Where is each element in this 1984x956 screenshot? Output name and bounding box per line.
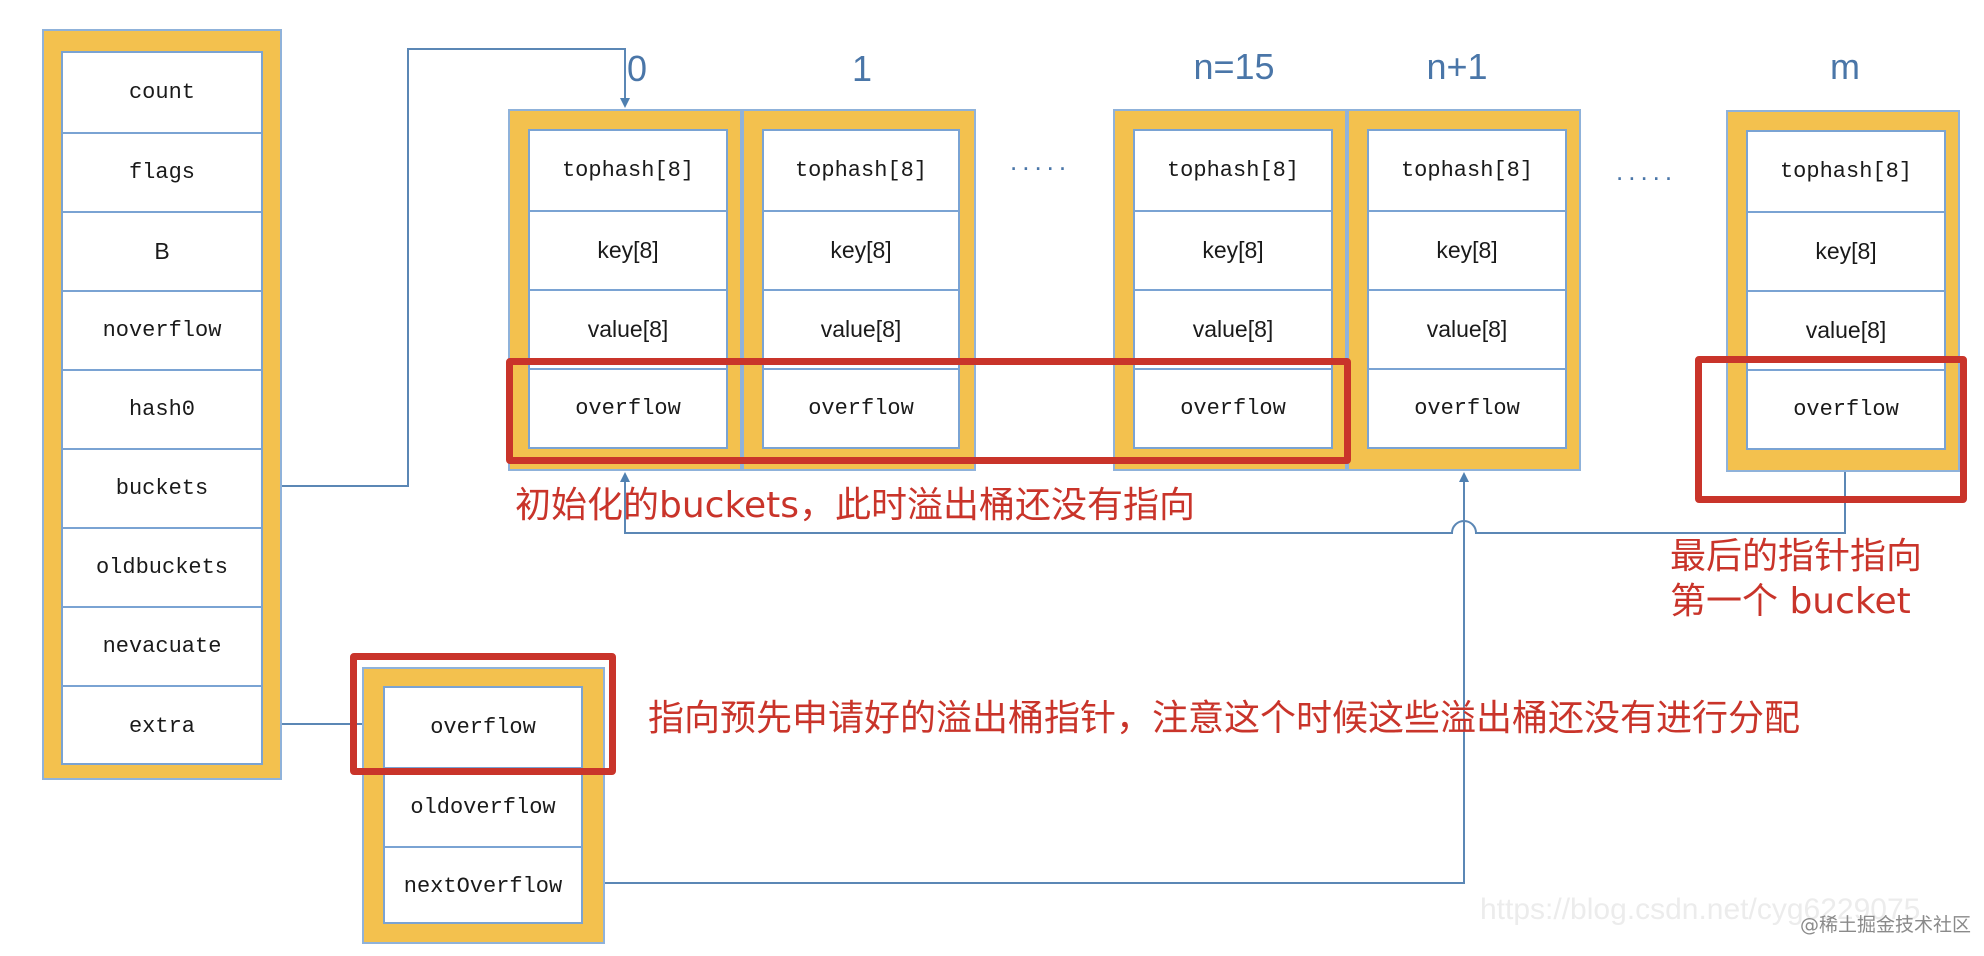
bucket-field-key: key[8] (1135, 210, 1331, 289)
bucket-index-label: m (1830, 46, 1860, 87)
hmap-struct: count flags B noverflow hash0 buckets ol… (42, 29, 282, 780)
highlight-last-overflow (1695, 356, 1967, 503)
bucket-index-label: 1 (851, 48, 873, 89)
hmap-field-noverflow: noverflow (63, 290, 261, 369)
annotation-extra-note: 指向预先申请好的溢出桶指针，注意这个时候这些溢出桶还没有进行分配 (648, 698, 1801, 739)
bucket-field-value: value[8] (1369, 289, 1565, 368)
hmap-fields: count flags B noverflow hash0 buckets ol… (61, 51, 263, 765)
bucket-field-overflow: overflow (1369, 368, 1565, 447)
bucket-index-label: n+1 (1426, 46, 1488, 87)
bucket-field-value: value[8] (530, 289, 726, 368)
bucket: tophash[8] key[8] value[8] overflow (1347, 109, 1581, 471)
annotation-initial-buckets: 初始化的buckets，此时溢出桶还没有指向 (515, 485, 1196, 526)
bucket-field-tophash: tophash[8] (1779, 159, 1913, 184)
bucket-field-value: value[8] (764, 289, 958, 368)
connector-lines (282, 48, 1846, 884)
hmap-field-nevacuate: nevacuate (63, 606, 261, 685)
ellipsis: ..... (1010, 146, 1072, 176)
bucket-index-label: 0 (626, 48, 648, 89)
mapextra-field-oldoverflow: oldoverflow (385, 767, 581, 846)
bucket-fields: tophash[8] key[8] value[8] overflow (1367, 129, 1567, 449)
bucket-field-value: value[8] (1135, 289, 1331, 368)
highlight-initial-overflow (506, 358, 1351, 464)
bucket-field-key: key[8] (1748, 211, 1944, 290)
bucket-field-tophash: tophash[8] (561, 158, 695, 183)
bucket-index-label: n=15 (1193, 46, 1275, 87)
highlight-extra-overflow (350, 653, 616, 775)
hmap-field-flags: flags (63, 132, 261, 211)
next-overflow-pointer-line (581, 472, 1469, 884)
hmap-field-extra: extra (63, 685, 261, 765)
ellipsis: ..... (1616, 156, 1678, 186)
annotation-last-pointer-line1: 最后的指针指向 (1670, 536, 1923, 577)
watermark-site: @稀土掘金技术社区 (1800, 914, 1972, 936)
hmap-field-count: count (128, 80, 195, 105)
hmap-field-oldbuckets: oldbuckets (63, 527, 261, 606)
hmap-field-b: B (63, 211, 261, 290)
bucket-field-key: key[8] (530, 210, 726, 289)
bucket-field-key: key[8] (1369, 210, 1565, 289)
annotation-last-pointer-line2: 第一个 bucket (1670, 581, 1911, 622)
hmap-field-buckets: buckets (63, 448, 261, 527)
mapextra-field-nextoverflow: nextOverflow (385, 846, 581, 924)
bucket-field-key: key[8] (764, 210, 958, 289)
bucket-field-tophash: tophash[8] (1400, 158, 1534, 183)
hmap-field-hash0: hash0 (63, 369, 261, 448)
bucket-field-tophash: tophash[8] (794, 158, 928, 183)
bucket-field-tophash: tophash[8] (1166, 158, 1300, 183)
